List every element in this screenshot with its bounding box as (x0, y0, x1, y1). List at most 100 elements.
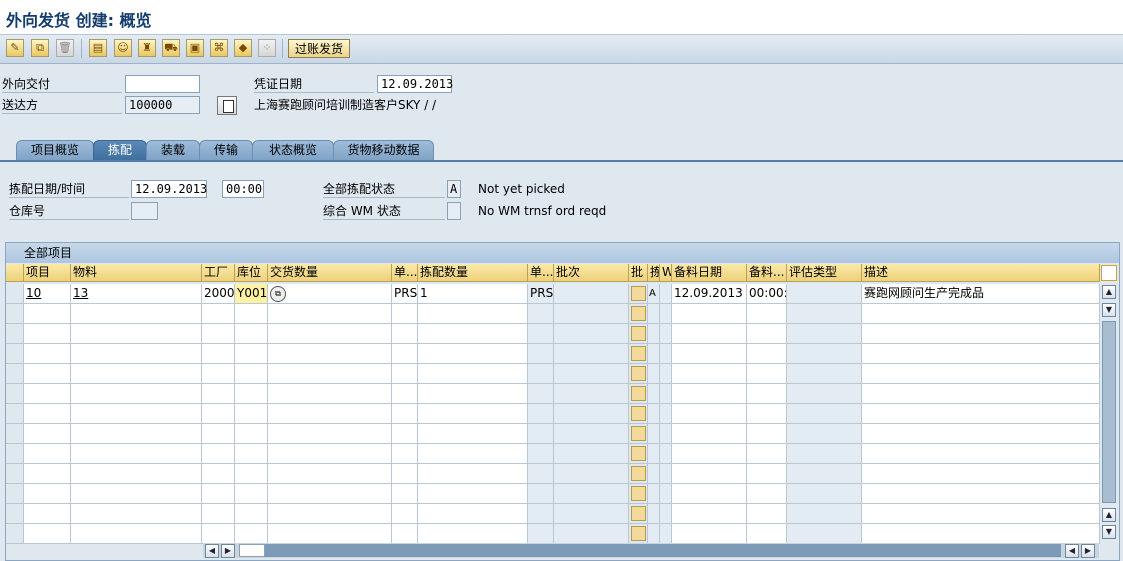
batch-flag-cell[interactable] (629, 344, 648, 364)
material-cell[interactable] (71, 344, 202, 364)
batch-flag-cell[interactable] (629, 324, 648, 344)
picked-qty-cell[interactable] (418, 444, 528, 464)
batch-flag-cell[interactable] (629, 424, 648, 444)
checkbox[interactable] (631, 426, 646, 441)
batch-flag-cell[interactable] (629, 404, 648, 424)
material-time-cell[interactable] (747, 464, 787, 484)
description-cell[interactable]: 赛跑网顾问生产完成品 (862, 284, 1100, 304)
checkbox[interactable] (631, 366, 646, 381)
details-icon[interactable]: ⧉ (270, 286, 286, 302)
material-cell[interactable] (71, 384, 202, 404)
column-header-delivery-qty[interactable]: 交货数量 (268, 264, 392, 282)
post-goods-issue-button[interactable]: 过账发货 (288, 39, 351, 58)
picking-icon[interactable]: ⌘ (210, 39, 228, 57)
unit-cell[interactable] (392, 444, 418, 464)
plant-cell[interactable]: 2000 (202, 284, 235, 304)
plant-cell[interactable] (202, 384, 235, 404)
column-header-wm[interactable]: W (660, 264, 672, 282)
checkbox[interactable] (631, 446, 646, 461)
address-icon[interactable] (217, 96, 237, 115)
material-date-cell[interactable] (672, 424, 747, 444)
material-cell[interactable] (71, 364, 202, 384)
transport-icon[interactable]: ⛟ (162, 39, 180, 57)
checkbox[interactable] (631, 466, 646, 481)
material-date-cell[interactable] (672, 404, 747, 424)
unit-cell[interactable] (392, 344, 418, 364)
scroll-left-end-icon[interactable]: ◀ (1065, 544, 1079, 558)
row-select[interactable] (6, 524, 24, 544)
batch-flag-cell[interactable] (629, 304, 648, 324)
material-time-cell[interactable] (747, 344, 787, 364)
material-time-cell[interactable] (747, 324, 787, 344)
picked-qty-cell[interactable] (418, 424, 528, 444)
material-time-cell[interactable]: 00:00: (747, 284, 787, 304)
delivery-qty-cell[interactable] (268, 524, 392, 544)
item-cell-text[interactable]: 10 (26, 286, 41, 300)
batch-icon[interactable]: ⁘ (258, 39, 276, 57)
plant-cell[interactable] (202, 484, 235, 504)
column-header-batch-flag[interactable]: 批 (629, 264, 648, 282)
item-cell[interactable] (24, 424, 71, 444)
delivery-qty-cell[interactable] (268, 364, 392, 384)
batch-flag-cell[interactable] (629, 444, 648, 464)
header-icon[interactable]: ▤ (89, 39, 107, 57)
batch-flag-cell[interactable] (629, 484, 648, 504)
picked-qty-cell[interactable] (418, 384, 528, 404)
select-all-header[interactable] (6, 264, 24, 282)
delivery-qty-cell[interactable]: ⧉ (268, 284, 392, 304)
unit-cell[interactable] (392, 384, 418, 404)
plant-cell[interactable] (202, 364, 235, 384)
material-time-cell[interactable] (747, 504, 787, 524)
unit-cell[interactable]: PRS (392, 284, 418, 304)
scroll-up-icon[interactable]: ▲ (1102, 285, 1116, 299)
row-select[interactable] (6, 424, 24, 444)
item-cell[interactable] (24, 444, 71, 464)
storage-location-cell[interactable] (235, 364, 268, 384)
material-cell[interactable] (71, 304, 202, 324)
material-date-cell[interactable] (672, 344, 747, 364)
item-cell[interactable] (24, 304, 71, 324)
description-cell[interactable] (862, 524, 1100, 544)
storage-location-cell[interactable] (235, 484, 268, 504)
delivery-qty-cell[interactable] (268, 424, 392, 444)
plant-cell[interactable] (202, 344, 235, 364)
picking-date-input[interactable]: 12.09.2013 (131, 180, 207, 198)
storage-location-cell[interactable] (235, 344, 268, 364)
row-select[interactable] (6, 384, 24, 404)
delivery-qty-cell[interactable] (268, 304, 392, 324)
material-date-cell[interactable] (672, 484, 747, 504)
picked-qty-cell[interactable] (418, 304, 528, 324)
scroll-right-icon[interactable]: ▶ (221, 544, 235, 558)
packing-icon[interactable]: ▣ (186, 39, 204, 57)
tab-loading[interactable]: 装载 (146, 140, 200, 160)
unit-cell[interactable] (392, 524, 418, 544)
column-header-pick-status[interactable]: 拣 (648, 264, 660, 282)
material-date-cell[interactable]: 12.09.2013 (672, 284, 747, 304)
item-cell[interactable] (24, 464, 71, 484)
scroll-down-icon[interactable]: ▼ (1102, 303, 1116, 317)
checkbox[interactable] (631, 506, 646, 521)
picked-qty-cell[interactable] (418, 464, 528, 484)
item-cell[interactable]: 10 (24, 284, 71, 304)
scroll-down-bottom-icon[interactable]: ▼ (1102, 525, 1116, 539)
plant-cell[interactable] (202, 404, 235, 424)
delivery-input[interactable] (125, 75, 200, 93)
plant-cell[interactable] (202, 464, 235, 484)
batch-flag-cell[interactable] (629, 504, 648, 524)
storage-location-cell[interactable] (235, 324, 268, 344)
material-time-cell[interactable] (747, 484, 787, 504)
column-header-plant[interactable]: 工厂 (202, 264, 235, 282)
material-date-cell[interactable] (672, 504, 747, 524)
row-select[interactable] (6, 344, 24, 364)
delivery-qty-cell[interactable] (268, 484, 392, 504)
material-date-cell[interactable] (672, 324, 747, 344)
description-cell[interactable] (862, 444, 1100, 464)
picked-qty-cell[interactable] (418, 344, 528, 364)
plant-cell[interactable] (202, 324, 235, 344)
picked-qty-cell[interactable] (418, 324, 528, 344)
storage-location-cell[interactable] (235, 444, 268, 464)
column-header-item[interactable]: 项目 (24, 264, 71, 282)
material-cell-text[interactable]: 13 (73, 286, 88, 300)
checkbox[interactable] (631, 406, 646, 421)
description-cell[interactable] (862, 424, 1100, 444)
